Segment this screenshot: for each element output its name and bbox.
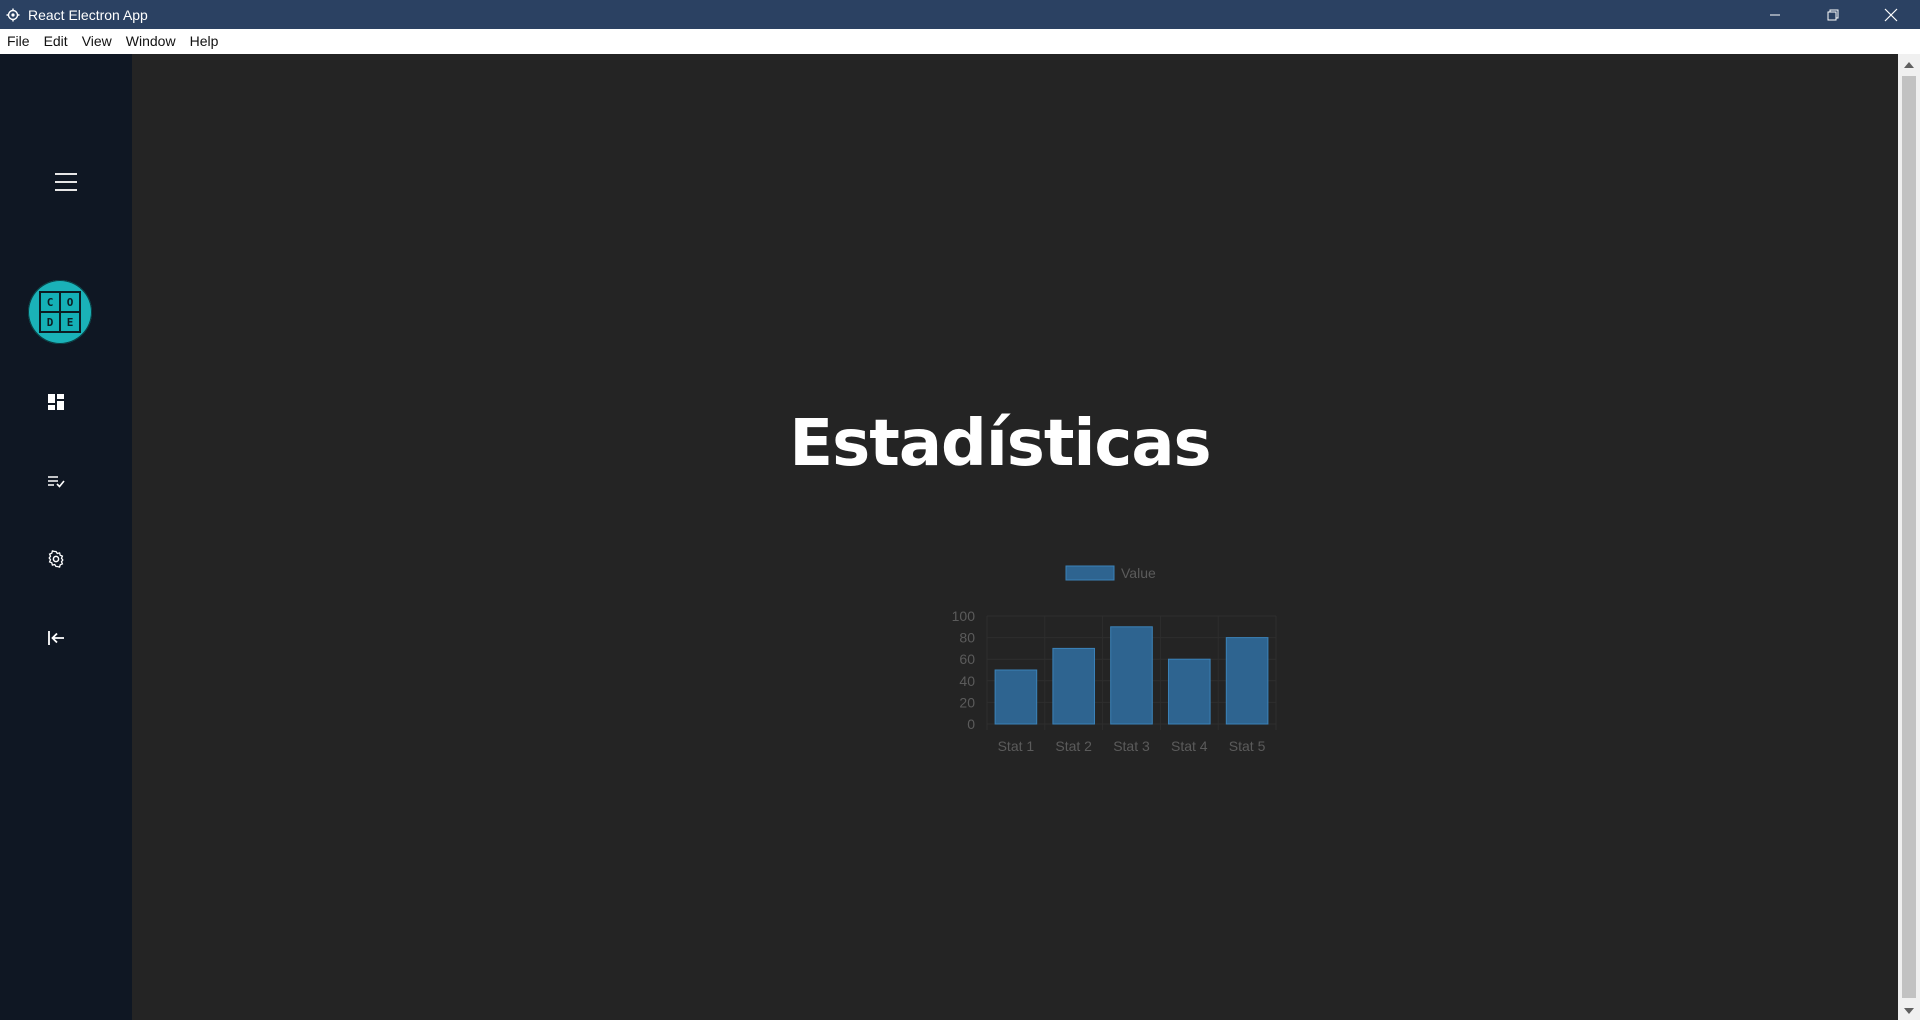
scroll-thumb[interactable]: [1902, 76, 1916, 998]
x-tick-label: Stat 3: [1113, 738, 1150, 754]
avatar[interactable]: C O D E: [28, 280, 92, 344]
menu-help[interactable]: Help: [183, 29, 226, 54]
logout-icon[interactable]: [46, 628, 66, 648]
x-tick-label: Stat 4: [1171, 738, 1208, 754]
main-content: Estadísticas Value 0 20 40 60 80 100 Stat 1 Stat…: [132, 54, 1898, 1020]
menu-edit[interactable]: Edit: [37, 29, 75, 54]
page-title: Estadísticas: [789, 407, 1211, 481]
menu-window[interactable]: Window: [119, 29, 183, 54]
restore-icon: [1827, 9, 1839, 20]
title-bar: React Electron App: [0, 0, 1920, 29]
logo-letter: E: [61, 313, 79, 331]
legend-label: Value: [1121, 565, 1156, 581]
task-list-icon[interactable]: [46, 471, 66, 491]
logo-letter: C: [41, 293, 59, 311]
chart-svg: Value 0 20 40 60 80 100 Stat 1 Stat 2 Stat 3 Stat …: [952, 565, 1277, 754]
x-tick-label: Stat 1: [998, 738, 1035, 754]
minimize-button[interactable]: [1746, 0, 1804, 29]
menu-file[interactable]: File: [0, 29, 37, 54]
bar-chart: Value 0 20 40 60 80 100 Stat 1 Stat 2 Stat 3 Stat …: [804, 524, 1324, 774]
app-icon: [5, 7, 21, 23]
bar: [1052, 647, 1096, 725]
dashboard-icon[interactable]: [46, 392, 66, 412]
y-tick-label: 100: [952, 608, 976, 624]
y-tick-label: 20: [959, 694, 975, 710]
window-title: React Electron App: [28, 6, 148, 23]
logo-letter: O: [61, 293, 79, 311]
sidebar: C O D E: [0, 54, 132, 1020]
close-button[interactable]: [1862, 0, 1920, 29]
x-tick-label: Stat 2: [1055, 738, 1092, 754]
close-icon: [1884, 8, 1898, 21]
minimize-icon: [1770, 14, 1780, 15]
vertical-scrollbar[interactable]: [1898, 54, 1920, 1020]
bar: [994, 669, 1038, 725]
bar: [1225, 637, 1269, 725]
legend-swatch: [1065, 565, 1115, 581]
code-logo: C O D E: [39, 291, 81, 333]
logo-letter: D: [41, 313, 59, 331]
gear-icon[interactable]: [46, 549, 66, 569]
x-tick-label: Stat 5: [1229, 738, 1266, 754]
y-tick-label: 0: [967, 716, 975, 732]
bar: [1167, 658, 1211, 725]
menu-view[interactable]: View: [75, 29, 119, 54]
y-tick-label: 60: [959, 651, 975, 667]
menu-bar: File Edit View Window Help: [0, 29, 1920, 54]
y-tick-label: 40: [959, 673, 975, 689]
y-tick-label: 80: [959, 630, 975, 646]
window-controls: [1746, 0, 1920, 29]
scroll-down-icon[interactable]: [1898, 1002, 1920, 1020]
restore-button[interactable]: [1804, 0, 1862, 29]
bar: [1110, 626, 1153, 725]
scroll-up-icon[interactable]: [1898, 56, 1920, 74]
menu-icon[interactable]: [55, 173, 77, 193]
